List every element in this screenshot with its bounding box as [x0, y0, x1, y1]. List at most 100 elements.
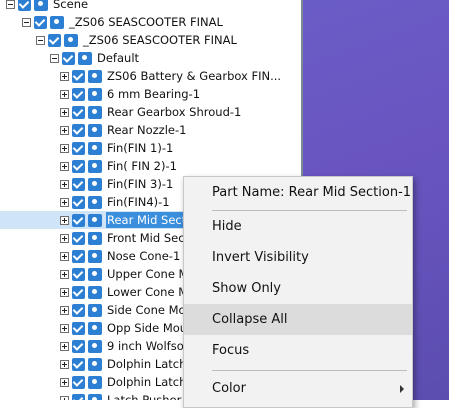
tree-row-assembly[interactable]: _ZS06 SEASCOOTER FINAL [0, 31, 301, 49]
tree-row-label: Scene [53, 0, 89, 11]
tree-row-part[interactable]: Fin(FIN 1)-1 [0, 139, 301, 157]
context-menu: Part Name: Rear Mid Section-1 Hide Inver… [183, 176, 413, 408]
expand-toggle-icon[interactable] [60, 323, 69, 333]
part-icon [88, 213, 102, 227]
assembly-icon [34, 0, 48, 11]
expand-toggle-icon[interactable] [60, 143, 69, 153]
assembly-icon [50, 15, 64, 29]
expand-toggle-icon[interactable] [60, 395, 69, 400]
menu-item-label: Collapse All [212, 312, 288, 327]
tree-row-part[interactable]: Fin( FIN 2)-1 [0, 157, 301, 175]
tree-row-label: _ZS06 SEASCOOTER FINAL [83, 33, 237, 47]
submenu-arrow-icon [400, 385, 404, 393]
part-icon [88, 141, 102, 155]
tree-row-assembly[interactable]: _ZS06 SEASCOOTER FINAL [0, 13, 301, 31]
tree-row-part[interactable]: Rear Nozzle-1 [0, 121, 301, 139]
visibility-checkbox[interactable] [72, 105, 85, 119]
visibility-checkbox[interactable] [48, 33, 61, 47]
visibility-checkbox[interactable] [72, 231, 85, 245]
expand-toggle-icon[interactable] [60, 197, 69, 207]
part-icon [88, 249, 102, 263]
visibility-checkbox[interactable] [18, 0, 31, 11]
visibility-checkbox[interactable] [72, 177, 85, 191]
expand-toggle-icon[interactable] [60, 287, 69, 297]
visibility-checkbox[interactable] [72, 87, 85, 101]
menu-item-focus[interactable]: Focus [184, 335, 412, 366]
menu-item-collapse-all[interactable]: Collapse All [184, 304, 412, 335]
visibility-checkbox[interactable] [72, 339, 85, 353]
expand-toggle-icon[interactable] [60, 161, 69, 171]
menu-item-color[interactable]: Color [184, 373, 412, 404]
menu-item-hide[interactable]: Hide [184, 211, 412, 242]
part-icon [88, 195, 102, 209]
expand-toggle-icon[interactable] [60, 251, 69, 261]
expand-toggle-icon[interactable] [60, 215, 69, 225]
part-name-label: Part Name: Rear Mid Section-1 [212, 185, 412, 200]
menu-item-label: Hide [212, 219, 242, 234]
visibility-checkbox[interactable] [72, 141, 85, 155]
part-icon [88, 393, 102, 400]
collapse-toggle-icon[interactable] [36, 35, 45, 45]
tree-row-scene[interactable]: Scene [0, 0, 301, 13]
expand-toggle-icon[interactable] [60, 377, 69, 387]
expand-toggle-icon[interactable] [60, 179, 69, 189]
part-icon [88, 87, 102, 101]
part-icon [88, 267, 102, 281]
visibility-checkbox[interactable] [62, 51, 75, 65]
part-icon [88, 303, 102, 317]
expand-toggle-icon[interactable] [60, 89, 69, 99]
part-icon [88, 375, 102, 389]
tree-row-configuration[interactable]: Default [0, 49, 301, 67]
visibility-checkbox[interactable] [72, 321, 85, 335]
part-icon [88, 177, 102, 191]
expand-toggle-icon[interactable] [60, 71, 69, 81]
menu-separator [212, 370, 407, 371]
visibility-checkbox[interactable] [72, 249, 85, 263]
tree-row-label: Latch Pusher-1 [107, 393, 193, 400]
visibility-checkbox[interactable] [72, 213, 85, 227]
expand-toggle-icon[interactable] [60, 341, 69, 351]
assembly-icon [64, 33, 78, 47]
visibility-checkbox[interactable] [72, 267, 85, 281]
expand-toggle-icon[interactable] [60, 107, 69, 117]
expand-toggle-icon[interactable] [60, 359, 69, 369]
visibility-checkbox[interactable] [72, 195, 85, 209]
tree-row-label: Fin(FIN 1)-1 [107, 141, 174, 155]
visibility-checkbox[interactable] [72, 285, 85, 299]
part-icon [88, 105, 102, 119]
part-icon [88, 123, 102, 137]
expand-toggle-icon[interactable] [60, 125, 69, 135]
visibility-checkbox[interactable] [72, 159, 85, 173]
expand-toggle-icon[interactable] [60, 269, 69, 279]
configuration-icon [78, 51, 92, 65]
tree-row-part[interactable]: 6 mm Bearing-1 [0, 85, 301, 103]
visibility-checkbox[interactable] [72, 375, 85, 389]
tree-row-label: Rear Gearbox Shroud-1 [107, 105, 242, 119]
menu-item-invert-visibility[interactable]: Invert Visibility [184, 242, 412, 273]
collapse-toggle-icon[interactable] [22, 17, 31, 27]
tree-row-part[interactable]: Rear Gearbox Shroud-1 [0, 103, 301, 121]
collapse-toggle-icon[interactable] [6, 0, 15, 9]
tree-row-label: Nose Cone-1 [107, 249, 181, 263]
part-icon [88, 159, 102, 173]
part-icon [88, 231, 102, 245]
assembly-icon [88, 69, 102, 83]
visibility-checkbox[interactable] [72, 123, 85, 137]
visibility-checkbox[interactable] [72, 303, 85, 317]
tree-row-label: ZS06 Battery & Gearbox FIN... [107, 69, 282, 83]
visibility-checkbox[interactable] [72, 357, 85, 371]
visibility-checkbox[interactable] [34, 15, 47, 29]
visibility-checkbox[interactable] [72, 393, 85, 400]
menu-item-show-only[interactable]: Show Only [184, 273, 412, 304]
menu-item-label: Color [212, 381, 246, 396]
expand-toggle-icon[interactable] [60, 305, 69, 315]
menu-item-label: Show Only [212, 281, 281, 296]
tree-row-label: 6 mm Bearing-1 [107, 87, 201, 101]
menu-item-label: Focus [212, 343, 250, 358]
tree-row-subassembly[interactable]: ZS06 Battery & Gearbox FIN... [0, 67, 301, 85]
part-icon [88, 285, 102, 299]
visibility-checkbox[interactable] [72, 69, 85, 83]
expand-toggle-icon[interactable] [60, 233, 69, 243]
tree-row-label: Fin(FIN 3)-1 [107, 177, 174, 191]
collapse-toggle-icon[interactable] [50, 53, 59, 63]
